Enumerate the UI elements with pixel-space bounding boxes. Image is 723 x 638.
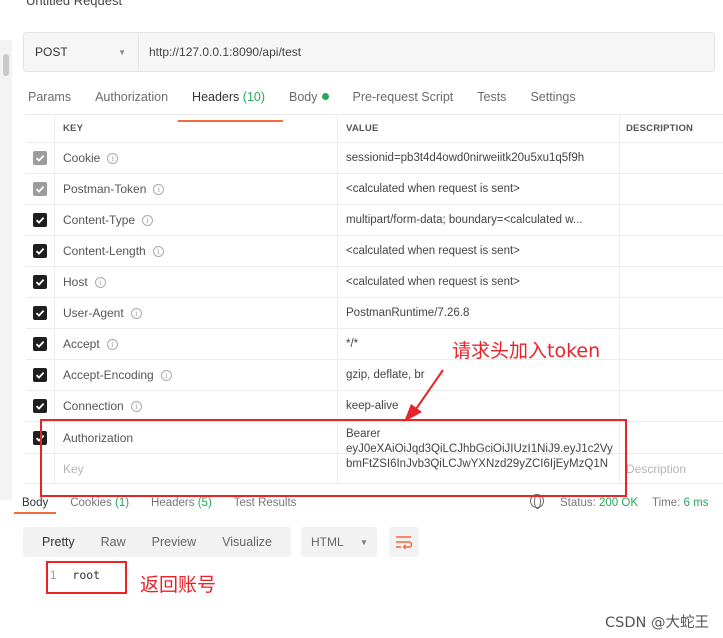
header-value[interactable]: Bearer eyJ0eXAiOiJqd3QiLCJhbGciOiJIUzI1N… (337, 422, 619, 482)
annotation-arrow (404, 369, 444, 422)
account-annotation: 返回账号 (140, 574, 217, 596)
auth-value-text: Bearer eyJ0eXAiOiJqd3QiLCJhbGciOiJIUzI1N… (346, 422, 613, 472)
token-annotation: 请求头加入token (452, 340, 601, 362)
auth-value-line: Bearer (346, 428, 381, 440)
watermark: CSDN @大蛇王 (605, 615, 709, 631)
auth-value-line: bmFtZSI6InJvb3QiLCJwYXNzd29yZCI6IjEyMzQ1… (346, 458, 609, 470)
auth-value-line: eyJ0eXAiOiJqd3QiLCJhbGciOiJIUzI1NiJ9.eyJ… (346, 443, 613, 455)
